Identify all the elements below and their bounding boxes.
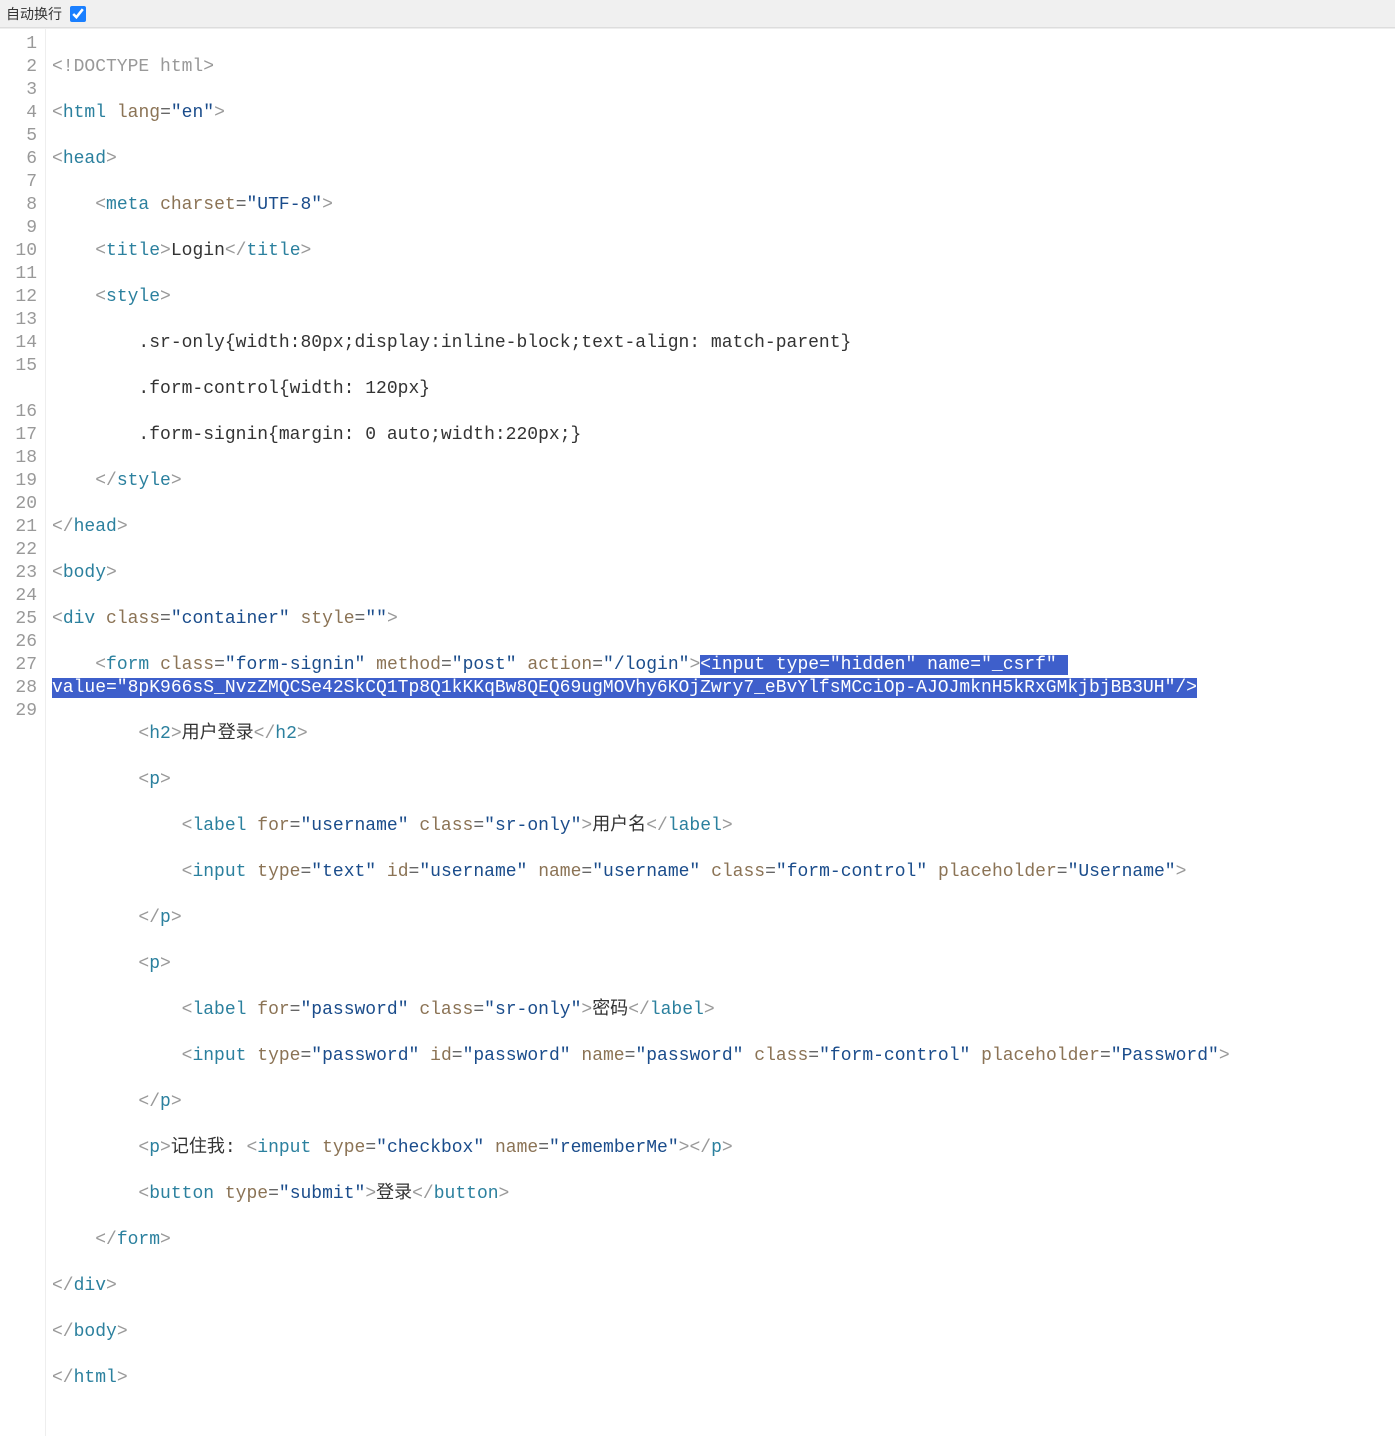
- code-line: <div class="container" style="">: [52, 608, 1395, 631]
- line-num: 14: [0, 332, 37, 355]
- line-num: 26: [0, 631, 37, 654]
- code-line: </style>: [52, 470, 1395, 493]
- line-num: 20: [0, 493, 37, 516]
- line-num: 10: [0, 240, 37, 263]
- line-num: 5: [0, 125, 37, 148]
- code-line: <p>: [52, 953, 1395, 976]
- line-num: 11: [0, 263, 37, 286]
- line-num: 24: [0, 585, 37, 608]
- line-num: 17: [0, 424, 37, 447]
- code-line: <button type="submit">登录</button>: [52, 1183, 1395, 1206]
- code-line: </div>: [52, 1275, 1395, 1298]
- line-num: 22: [0, 539, 37, 562]
- line-num: 23: [0, 562, 37, 585]
- code-line: <input type="text" id="username" name="u…: [52, 861, 1395, 884]
- code-line: <meta charset="UTF-8">: [52, 194, 1395, 217]
- code-line: .form-signin{margin: 0 auto;width:220px;…: [52, 424, 1395, 447]
- code-line: <style>: [52, 286, 1395, 309]
- selected-text: value="8pK966sS_NvzZMQCSe42SkCQ1Tp8Q1kKK…: [52, 678, 1197, 698]
- code-line: <p>: [52, 769, 1395, 792]
- line-num: 6: [0, 148, 37, 171]
- code-line: <body>: [52, 562, 1395, 585]
- line-num: 21: [0, 516, 37, 539]
- doctype: <!DOCTYPE html>: [52, 57, 214, 77]
- code-line: </head>: [52, 516, 1395, 539]
- line-num: 15: [0, 355, 37, 401]
- code-line: </html>: [52, 1367, 1395, 1390]
- code-line: <!DOCTYPE html>: [52, 56, 1395, 79]
- line-num: 13: [0, 309, 37, 332]
- line-num: 2: [0, 56, 37, 79]
- wrap-checkbox[interactable]: [70, 6, 86, 22]
- code-line: </p>: [52, 907, 1395, 930]
- line-num: 28: [0, 677, 37, 700]
- code-line-selected: <form class="form-signin" method="post" …: [52, 654, 1395, 700]
- code-line: <h2>用户登录</h2>: [52, 723, 1395, 746]
- code-line: </body>: [52, 1321, 1395, 1344]
- line-num: 8: [0, 194, 37, 217]
- code-line: <label for="password" class="sr-only">密码…: [52, 999, 1395, 1022]
- line-num: 27: [0, 654, 37, 677]
- line-num: 9: [0, 217, 37, 240]
- code-editor: 1 2 3 4 5 6 7 8 9 10 11 12 13 14 15 16 1…: [0, 28, 1395, 1436]
- line-num: 1: [0, 33, 37, 56]
- line-num: 29: [0, 700, 37, 723]
- line-num: 19: [0, 470, 37, 493]
- code-line: .sr-only{width:80px;display:inline-block…: [52, 332, 1395, 355]
- code-line: <title>Login</title>: [52, 240, 1395, 263]
- code-line: .form-control{width: 120px}: [52, 378, 1395, 401]
- line-num: 7: [0, 171, 37, 194]
- code-line: <input type="password" id="password" nam…: [52, 1045, 1395, 1068]
- code-line: </form>: [52, 1229, 1395, 1252]
- toolbar: 自动换行: [0, 0, 1395, 28]
- code-line: <p>记住我: <input type="checkbox" name="rem…: [52, 1137, 1395, 1160]
- line-num: 4: [0, 102, 37, 125]
- line-gutter: 1 2 3 4 5 6 7 8 9 10 11 12 13 14 15 16 1…: [0, 29, 46, 1436]
- selected-text: <input type="hidden" name="_csrf": [700, 655, 1067, 675]
- line-num: 16: [0, 401, 37, 424]
- line-num: 25: [0, 608, 37, 631]
- code-line: <html lang="en">: [52, 102, 1395, 125]
- line-num: 12: [0, 286, 37, 309]
- line-num: 18: [0, 447, 37, 470]
- line-num: 3: [0, 79, 37, 102]
- code-area[interactable]: <!DOCTYPE html> <html lang="en"> <head> …: [46, 29, 1395, 1436]
- code-line: </p>: [52, 1091, 1395, 1114]
- code-line: <label for="username" class="sr-only">用户…: [52, 815, 1395, 838]
- wrap-label: 自动换行: [6, 4, 62, 24]
- code-line: <head>: [52, 148, 1395, 171]
